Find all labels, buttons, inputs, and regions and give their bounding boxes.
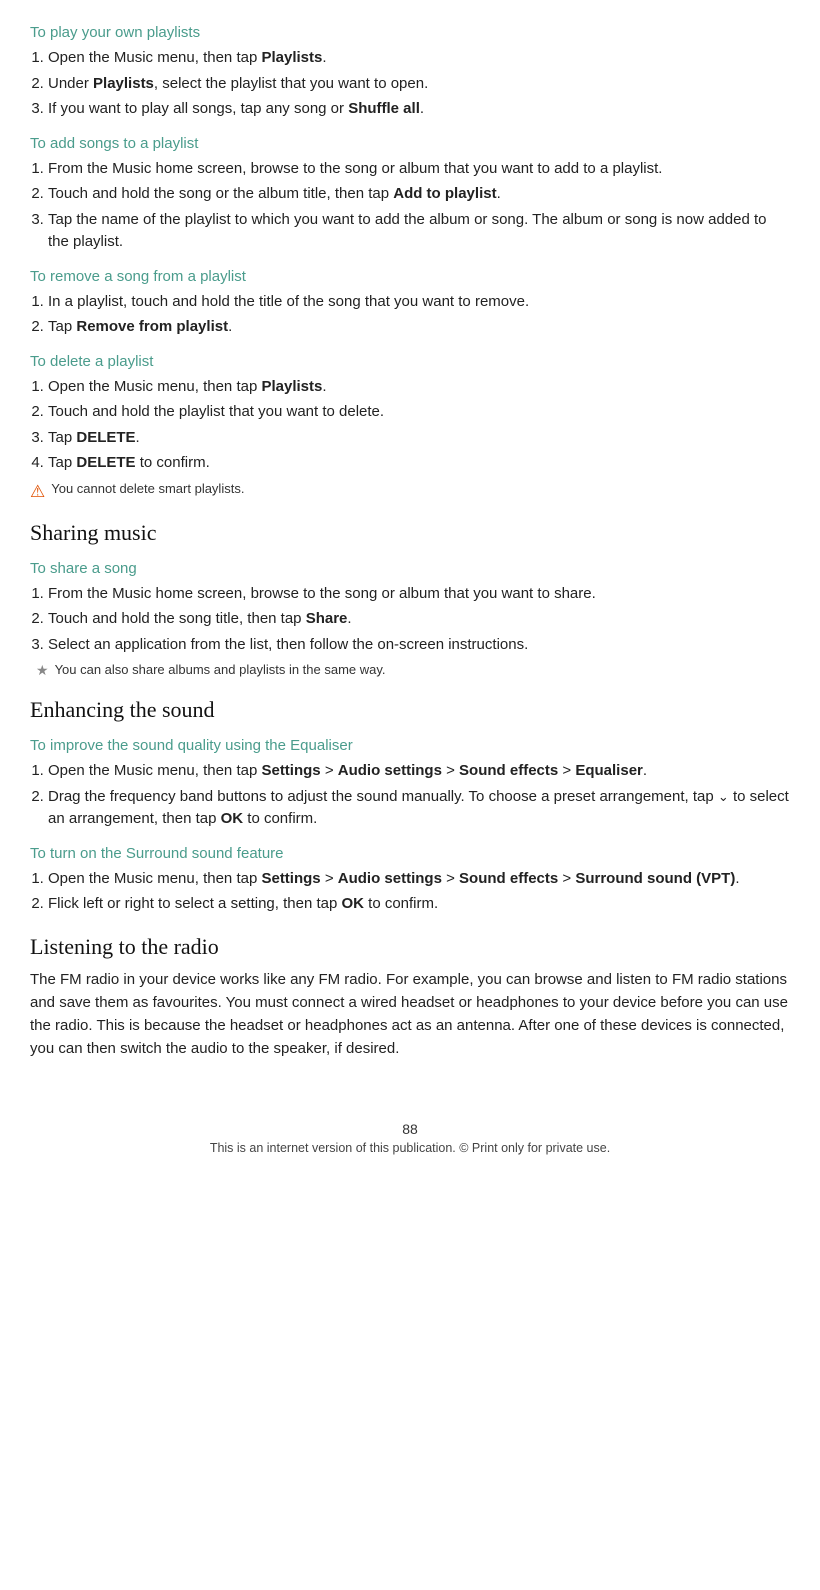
subheading-add-songs: To add songs to a playlist [30, 135, 790, 152]
subheading-play-playlists: To play your own playlists [30, 24, 790, 41]
tip-text-share: You can also share albums and playlists … [55, 662, 386, 677]
bold-playlists3: Playlists [261, 378, 322, 395]
steps-play-playlists: Open the Music menu, then tap Playlists.… [48, 47, 790, 121]
bold-playlists: Playlists [261, 49, 322, 66]
list-item: In a playlist, touch and hold the title … [48, 291, 790, 314]
bold-shuffle-all: Shuffle all [348, 100, 420, 117]
list-item: Under Playlists, select the playlist tha… [48, 73, 790, 96]
list-item: Touch and hold the song or the album tit… [48, 183, 790, 206]
page-number: 88 [30, 1121, 790, 1137]
bold-ok2: OK [341, 895, 364, 912]
steps-delete-playlist: Open the Music menu, then tap Playlists.… [48, 376, 790, 475]
list-item: Drag the frequency band buttons to adjus… [48, 786, 790, 831]
subheading-surround: To turn on the Surround sound feature [30, 845, 790, 862]
list-item: Tap Remove from playlist. [48, 316, 790, 339]
bold-audio-settings1: Audio settings [338, 762, 442, 779]
section-play-playlists: To play your own playlists Open the Musi… [30, 24, 790, 121]
section-sharing-music: Sharing music To share a song From the M… [30, 520, 790, 680]
subheading-remove-song: To remove a song from a playlist [30, 268, 790, 285]
list-item: From the Music home screen, browse to th… [48, 583, 790, 606]
list-item: Open the Music menu, then tap Playlists. [48, 47, 790, 70]
bold-delete2: DELETE [76, 454, 135, 471]
section-radio: Listening to the radio The FM radio in y… [30, 934, 790, 1061]
bold-surround-vpt: Surround sound (VPT) [575, 870, 735, 887]
bold-settings2: Settings [261, 870, 320, 887]
subheading-equaliser: To improve the sound quality using the E… [30, 737, 790, 754]
radio-body-text: The FM radio in your device works like a… [30, 968, 790, 1061]
bold-equaliser: Equaliser [575, 762, 643, 779]
section-remove-song: To remove a song from a playlist In a pl… [30, 268, 790, 339]
subheading-delete-playlist: To delete a playlist [30, 353, 790, 370]
bold-settings1: Settings [261, 762, 320, 779]
tip-block-share: ★︎ You can also share albums and playlis… [36, 662, 790, 679]
steps-equaliser: Open the Music menu, then tap Settings >… [48, 760, 790, 831]
section-enhancing-sound: Enhancing the sound To improve the sound… [30, 697, 790, 916]
list-item: Tap DELETE. [48, 427, 790, 450]
heading-radio: Listening to the radio [30, 934, 790, 960]
bold-delete1: DELETE [76, 429, 135, 446]
bold-audio-settings2: Audio settings [338, 870, 442, 887]
list-item: From the Music home screen, browse to th… [48, 158, 790, 181]
bold-share: Share [306, 610, 348, 627]
list-item: Open the Music menu, then tap Settings >… [48, 868, 790, 891]
list-item: Open the Music menu, then tap Settings >… [48, 760, 790, 783]
list-item: Tap DELETE to confirm. [48, 452, 790, 475]
bold-add-to-playlist: Add to playlist [393, 185, 496, 202]
steps-remove-song: In a playlist, touch and hold the title … [48, 291, 790, 339]
heading-enhancing: Enhancing the sound [30, 697, 790, 723]
heading-sharing-music: Sharing music [30, 520, 790, 546]
dropdown-symbol: ⌄ [718, 789, 729, 804]
steps-add-songs: From the Music home screen, browse to th… [48, 158, 790, 254]
section-delete-playlist: To delete a playlist Open the Music menu… [30, 353, 790, 502]
list-item: Flick left or right to select a setting,… [48, 893, 790, 916]
list-item: Touch and hold the playlist that you wan… [48, 401, 790, 424]
bold-playlists2: Playlists [93, 75, 154, 92]
page-footer: 88 This is an internet version of this p… [30, 1121, 790, 1155]
list-item: Select an application from the list, the… [48, 634, 790, 657]
subheading-share-song: To share a song [30, 560, 790, 577]
note-block-delete: ⚠ You cannot delete smart playlists. [30, 481, 790, 502]
bold-sound-effects1: Sound effects [459, 762, 558, 779]
note-text-delete: You cannot delete smart playlists. [51, 481, 244, 496]
bold-sound-effects2: Sound effects [459, 870, 558, 887]
section-add-songs: To add songs to a playlist From the Musi… [30, 135, 790, 254]
list-item: Open the Music menu, then tap Playlists. [48, 376, 790, 399]
warning-icon: ⚠ [30, 482, 45, 502]
list-item: If you want to play all songs, tap any s… [48, 98, 790, 121]
steps-share-song: From the Music home screen, browse to th… [48, 583, 790, 657]
subsection-equaliser: To improve the sound quality using the E… [30, 737, 790, 831]
steps-surround: Open the Music menu, then tap Settings >… [48, 868, 790, 916]
tip-icon: ★︎ [36, 662, 49, 679]
list-item: Tap the name of the playlist to which yo… [48, 209, 790, 254]
subsection-surround: To turn on the Surround sound feature Op… [30, 845, 790, 916]
bold-remove-from-playlist: Remove from playlist [76, 318, 228, 335]
list-item: Touch and hold the song title, then tap … [48, 608, 790, 631]
bold-ok1: OK [221, 810, 244, 827]
footer-note: This is an internet version of this publ… [30, 1141, 790, 1155]
